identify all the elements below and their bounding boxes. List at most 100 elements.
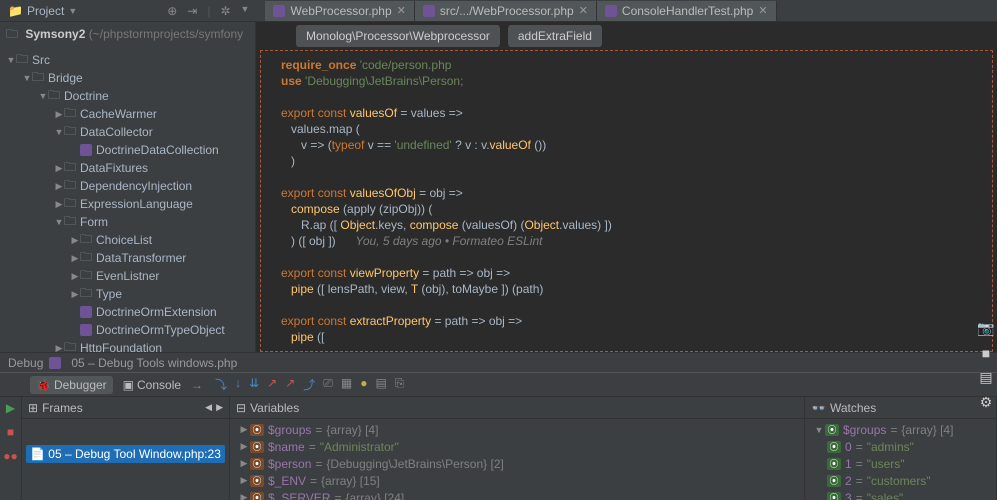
tab-webprocessor[interactable]: WebProcessor.php ✕ <box>265 1 414 21</box>
tree-item[interactable]: ▶🗀DependencyInjection <box>0 177 255 195</box>
close-icon[interactable]: ✕ <box>758 4 767 17</box>
tree-item[interactable]: ▼🗀Src <box>0 51 255 69</box>
tree-item-label: Form <box>80 215 108 229</box>
drop-frame-icon[interactable]: ⤴ <box>303 376 315 393</box>
expand-arrow-icon[interactable]: ▼ <box>38 91 48 101</box>
tree-item[interactable]: ▶🗀CacheWarmer <box>0 105 255 123</box>
settings-icon[interactable]: ✲ <box>220 4 230 18</box>
expand-arrow-icon[interactable]: ▶ <box>54 343 64 353</box>
expand-arrow-icon[interactable]: ▶ <box>70 289 80 300</box>
resume-icon[interactable]: ▶ <box>6 401 15 415</box>
expand-arrow-icon[interactable]: ▶ <box>238 492 250 500</box>
expand-arrow-icon[interactable]: ▶ <box>238 424 250 435</box>
expand-arrow-icon[interactable]: ▶ <box>70 253 80 264</box>
tree-item[interactable]: ▼🗀Doctrine <box>0 87 255 105</box>
expand-arrow-icon[interactable]: ▶ <box>70 271 80 282</box>
expand-arrow-icon[interactable]: ▼ <box>813 425 825 435</box>
tree-item[interactable]: ▶🗀Type <box>0 285 255 303</box>
tree-item[interactable]: ▶🗀EvenListner <box>0 267 255 285</box>
evaluate-icon[interactable]: ⎚ <box>323 376 333 393</box>
step-over-icon[interactable]: ⤵ <box>215 376 227 393</box>
php-file-icon <box>80 306 92 318</box>
variable-row[interactable]: ▶⦿$name="Administrator" <box>234 438 800 455</box>
expand-arrow-icon[interactable]: ▶ <box>238 441 250 452</box>
project-tool-icon[interactable]: 📁 <box>8 4 23 18</box>
arrow-right-icon[interactable]: → <box>191 378 203 392</box>
tab-consolehandlertest[interactable]: ConsoleHandlerTest.php ✕ <box>597 1 777 21</box>
tree-item[interactable]: DoctrineDataCollection <box>0 141 255 159</box>
expand-arrow-icon[interactable]: ▶ <box>54 199 64 210</box>
console-tab[interactable]: ▣ Console <box>117 376 187 394</box>
debugger-tab[interactable]: 🐞 Debugger <box>30 376 113 394</box>
project-root[interactable]: 🗀 Symsony2 (~/phpstormprojects/symfony <box>0 22 255 49</box>
expand-arrow-icon[interactable]: ▶ <box>54 163 64 174</box>
step-into-icon[interactable]: ↓ <box>235 376 241 393</box>
watch-row[interactable]: ▼⦿$groups={array} [4] <box>809 421 992 438</box>
expand-arrow-icon[interactable]: ▼ <box>54 217 64 227</box>
expand-arrow-icon[interactable]: ▶ <box>54 181 64 192</box>
debug-label[interactable]: Debug <box>8 356 43 370</box>
expand-arrow-icon[interactable]: ▼ <box>22 73 32 83</box>
project-tool-label[interactable]: Project <box>27 4 64 18</box>
force-step-into-icon[interactable]: ⇊ <box>249 376 259 393</box>
gear-icon[interactable]: ⚙ <box>980 394 993 411</box>
tree-item[interactable]: DoctrineOrmTypeObject <box>0 321 255 339</box>
debug-gutter: ▶ ■ ●● <box>0 397 22 500</box>
variable-row[interactable]: ▶⦿$_ENV={array} [15] <box>234 472 800 489</box>
variable-row[interactable]: ▶⦿$groups={array} [4] <box>234 421 800 438</box>
next-frame-icon[interactable]: ▶ <box>216 402 223 413</box>
breakpoints-icon[interactable]: ●● <box>3 449 18 463</box>
breadcrumb-method[interactable]: addExtraField <box>508 25 602 47</box>
tree-item[interactable]: ▶🗀DataTransformer <box>0 249 255 267</box>
prev-frame-icon[interactable]: ◀ <box>205 402 212 413</box>
close-icon[interactable]: ✕ <box>397 4 406 17</box>
debug-session-file[interactable]: 05 – Debug Tools windows.php <box>71 356 237 370</box>
dropdown-icon[interactable]: ▼ <box>241 4 250 18</box>
stack-frame[interactable]: 📄 05 – Debug Tool Window.php:23 <box>26 445 225 463</box>
expand-arrow-icon[interactable]: ▶ <box>70 235 80 246</box>
expand-arrow-icon[interactable]: ▼ <box>6 55 16 65</box>
tab-src-webprocessor[interactable]: src/.../WebProcessor.php ✕ <box>415 1 597 21</box>
settings-icon[interactable]: ▤ <box>375 376 386 393</box>
variable-row[interactable]: ▶⦿$person={Debugging\JetBrains\Person} [… <box>234 455 800 472</box>
expand-arrow-icon[interactable]: ▼ <box>54 127 64 137</box>
divider-icon: | <box>207 4 210 18</box>
expand-arrow-icon[interactable]: ▶ <box>54 109 64 120</box>
mute-breakpoints-icon[interactable]: ● <box>360 376 367 393</box>
tree-item[interactable]: ▼🗀Form <box>0 213 255 231</box>
watch-child-row[interactable]: ⦿0="admins" <box>809 438 992 455</box>
expand-arrow-icon[interactable]: ▶ <box>238 458 250 469</box>
tree-item-label: CacheWarmer <box>80 107 157 121</box>
watch-child-row[interactable]: ⦿1="users" <box>809 455 992 472</box>
tree-item[interactable]: ▶🗀HttpFoundation <box>0 339 255 352</box>
calculator-icon[interactable]: ▦ <box>341 376 352 393</box>
breadcrumb-namespace[interactable]: Monolog\Processor\Webprocessor <box>296 25 500 47</box>
stop-icon[interactable]: ■ <box>7 425 14 439</box>
dropdown-icon[interactable]: ▼ <box>68 6 77 16</box>
collapse-icon[interactable]: ⇥ <box>187 4 197 18</box>
watch-child-row[interactable]: ⦿2="customers" <box>809 472 992 489</box>
pin-icon[interactable]: ⎘ <box>395 376 405 393</box>
tree-item[interactable]: DoctrineOrmExtension <box>0 303 255 321</box>
tree-item[interactable]: ▶🗀ExpressionLanguage <box>0 195 255 213</box>
code-editor: Monolog\Processor\Webprocessor addExtraF… <box>256 22 997 352</box>
equals-sign: = <box>315 457 322 471</box>
step-out-icon[interactable]: ↗ <box>267 376 277 393</box>
code-area[interactable]: require_once 'code/person.php use 'Debug… <box>260 50 993 352</box>
run-to-cursor-icon[interactable]: ↗ <box>285 376 295 393</box>
target-icon[interactable]: ⊕ <box>167 4 177 18</box>
close-icon[interactable]: ✕ <box>579 4 588 17</box>
tree-item[interactable]: ▼🗀Bridge <box>0 69 255 87</box>
tree-item[interactable]: ▶🗀ChoiceList <box>0 231 255 249</box>
project-name: Symsony2 <box>25 27 85 41</box>
watch-child-row[interactable]: ⦿3="sales" <box>809 489 992 500</box>
tab-label: ConsoleHandlerTest.php <box>622 4 753 18</box>
expand-arrow-icon[interactable]: ▶ <box>238 475 250 486</box>
variable-row[interactable]: ▶⦿$_SERVER={array} [24] <box>234 489 800 500</box>
tree-item[interactable]: ▶🗀DataFixtures <box>0 159 255 177</box>
camera-icon[interactable]: 📷 <box>977 320 994 337</box>
console-tab-label: Console <box>137 378 181 392</box>
video-icon[interactable]: ■ <box>982 345 990 361</box>
tree-item[interactable]: ▼🗀DataCollector <box>0 123 255 141</box>
layout-icon[interactable]: ▤ <box>979 369 992 386</box>
